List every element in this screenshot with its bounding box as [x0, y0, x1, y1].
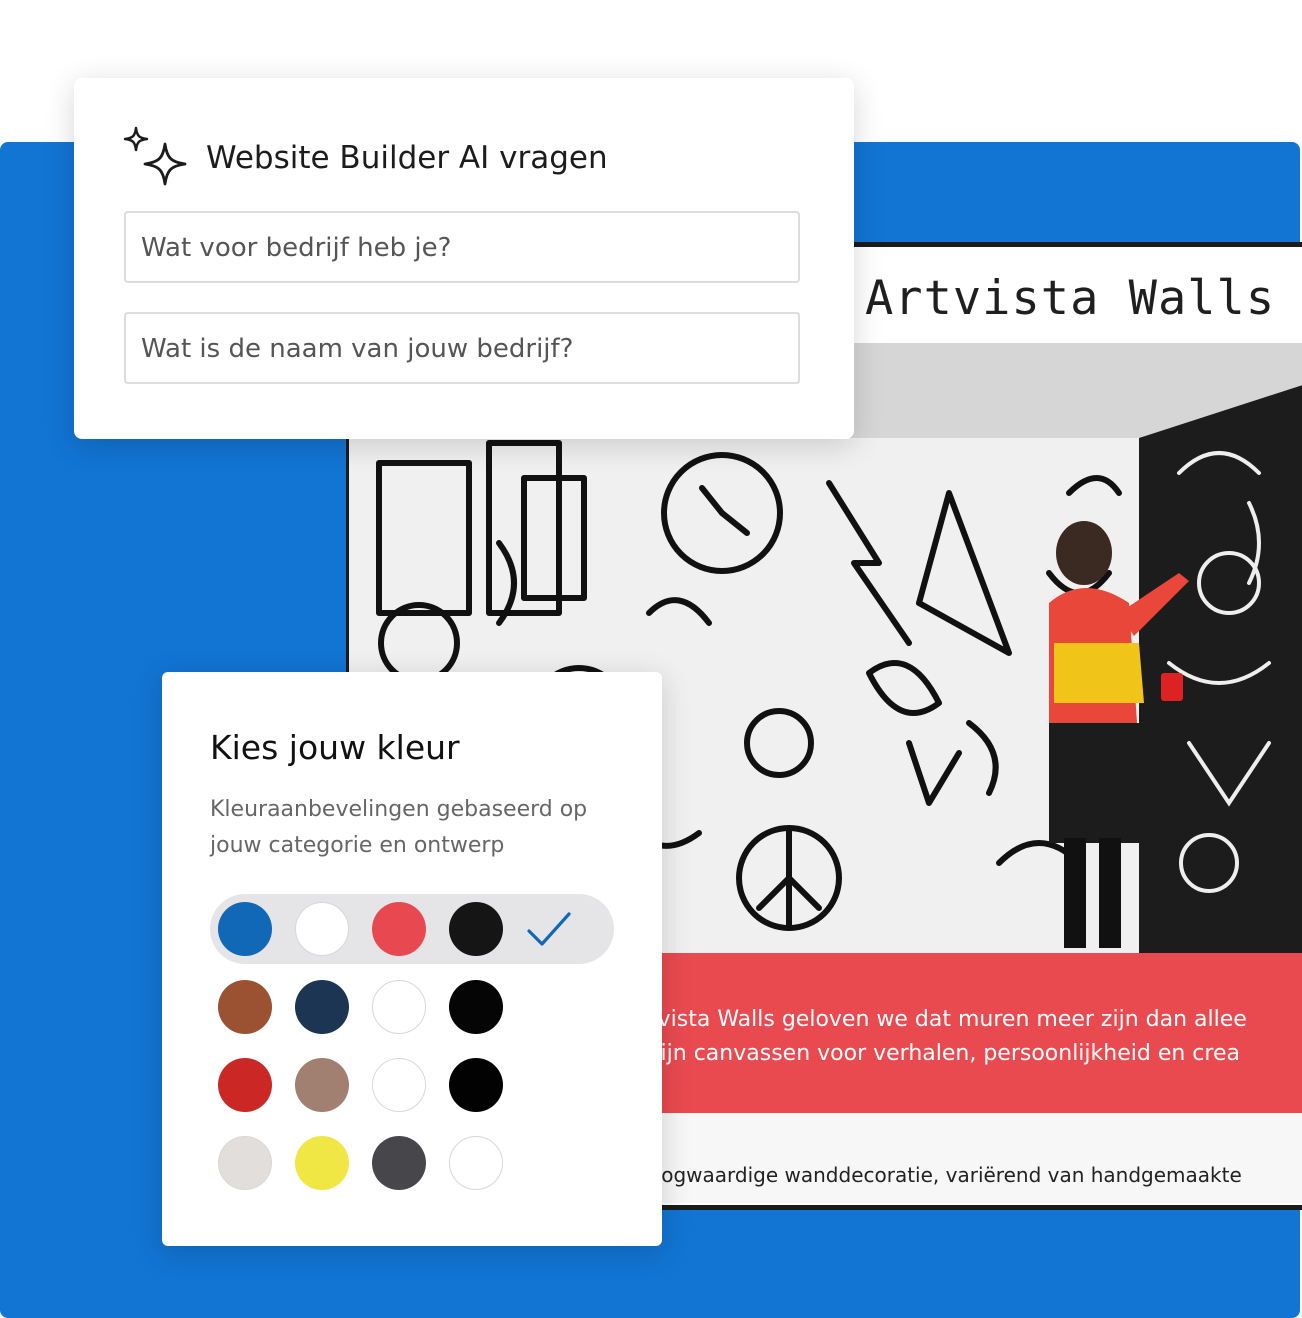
ai-questions-card: Website Builder AI vragen Wat voor bedri… — [74, 78, 854, 439]
selected-palette-swatch[interactable] — [218, 902, 272, 956]
checkmark-icon — [527, 912, 571, 946]
business-type-input[interactable]: Wat voor bedrijf heb je? — [124, 211, 800, 283]
about-line-2: zijn canvassen voor verhalen, persoonlij… — [649, 1041, 1240, 1066]
business-name-input[interactable]: Wat is de naam van jouw bedrijf? — [124, 312, 800, 384]
color-card-subtitle: Kleuraanbevelingen gebaseerd op jouw cat… — [210, 797, 588, 858]
selected-palette-swatch[interactable] — [295, 902, 349, 956]
color-picker-card: Kies jouw kleur Kleuraanbevelingen gebas… — [162, 672, 662, 1246]
palette-2-swatch[interactable] — [372, 1058, 426, 1112]
palette-3-swatch[interactable] — [218, 1136, 272, 1190]
palette-3-swatch[interactable] — [449, 1136, 503, 1190]
about-line-1: tvista Walls geloven we dat muren meer z… — [649, 1007, 1247, 1032]
about-text: tvista Walls geloven we dat muren meer z… — [649, 1003, 1302, 1071]
palette-1-swatch[interactable] — [449, 980, 503, 1034]
selected-palette-swatch[interactable] — [372, 902, 426, 956]
palette-2-swatch[interactable] — [449, 1058, 503, 1112]
color-card-title: Kies jouw kleur — [210, 728, 460, 767]
site-title: Artvista Walls — [865, 271, 1276, 326]
palette-1-swatch[interactable] — [372, 980, 426, 1034]
palette-1-swatch[interactable] — [218, 980, 272, 1034]
services-text: oogwaardige wanddecoratie, variërend van… — [649, 1163, 1242, 1187]
palette-2-swatch[interactable] — [218, 1058, 272, 1112]
palette-2-swatch[interactable] — [295, 1058, 349, 1112]
selected-palette-swatch[interactable] — [449, 902, 503, 956]
palette-1-swatch[interactable] — [295, 980, 349, 1034]
ai-card-title: Website Builder AI vragen — [206, 140, 608, 176]
palette-3-swatch[interactable] — [295, 1136, 349, 1190]
sparkle-icon — [123, 126, 187, 186]
palette-3-swatch[interactable] — [372, 1136, 426, 1190]
